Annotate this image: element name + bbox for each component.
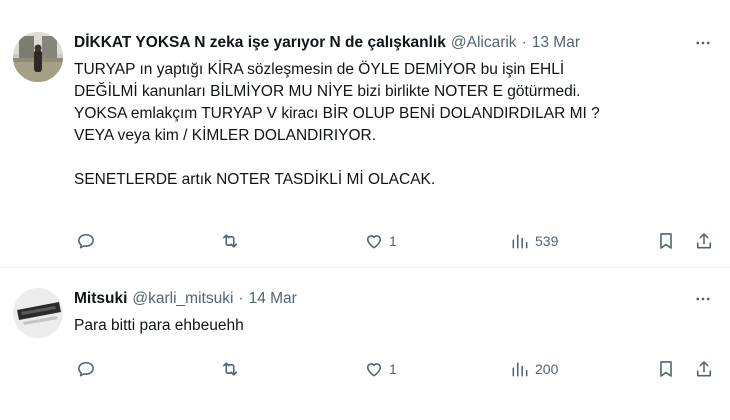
tweet-text-line: TURYAP ın yaptığı KİRA sözleşmesin de ÖY… (74, 61, 565, 78)
views-count: 539 (535, 233, 559, 249)
repost-icon (222, 362, 238, 376)
tweet-text-line: Para bitti para ehbeuehh (74, 317, 244, 334)
views-button[interactable]: 539 (510, 230, 558, 252)
reply-button[interactable] (76, 230, 101, 252)
author-handle[interactable]: @karli_mitsuki (132, 289, 233, 309)
tweet-content: Mitsuki @karli_mitsuki · 14 Mar Para bit… (74, 289, 718, 337)
repost-icon (222, 234, 238, 248)
like-icon (366, 235, 382, 249)
tweet-header: DİKKAT YOKSA N zeka işe yarıyor N de çal… (74, 33, 718, 53)
reply-button[interactable] (76, 358, 101, 380)
tweet-header: Mitsuki @karli_mitsuki · 14 Mar (74, 289, 718, 309)
reply-icon (78, 361, 94, 377)
share-button[interactable] (694, 358, 714, 380)
views-icon (512, 362, 528, 377)
tweet-date[interactable]: 14 Mar (249, 289, 297, 309)
repost-button[interactable] (220, 358, 245, 380)
tweet[interactable]: DİKKAT YOKSA N zeka işe yarıyor N de çal… (0, 0, 730, 266)
tweet-content: DİKKAT YOKSA N zeka işe yarıyor N de çal… (74, 33, 718, 191)
bookmark-icon (660, 233, 672, 249)
tweet-text-line: SENETLERDE artık NOTER TASDİKLİ Mİ OLACA… (74, 171, 436, 188)
tweet-actions: 1 539 (74, 230, 718, 252)
bookmark-button[interactable] (656, 230, 676, 252)
avatar[interactable] (13, 32, 63, 82)
like-count: 1 (389, 233, 397, 249)
more-icon[interactable] (692, 289, 714, 309)
author-handle[interactable]: @Alicarik (451, 33, 517, 53)
separator-dot: · (521, 34, 527, 51)
author-name[interactable]: DİKKAT YOKSA N zeka işe yarıyor N de çal… (74, 33, 446, 53)
share-icon (696, 233, 712, 249)
author-name[interactable]: Mitsuki (74, 289, 127, 309)
more-icon[interactable] (692, 33, 714, 53)
tweet-actions: 1 200 (74, 358, 718, 380)
share-icon (696, 361, 712, 377)
tweet-text: Para bitti para ehbeuehh (74, 315, 718, 337)
tweet-text-line: YOKSA emlakçım TURYAP V kiracı BİR OLUP … (74, 105, 600, 122)
share-button[interactable] (694, 230, 714, 252)
views-count: 200 (535, 361, 559, 377)
tweet-date[interactable]: 13 Mar (532, 33, 580, 53)
tweet-text-line (74, 147, 718, 169)
reply-icon (78, 233, 94, 249)
bookmark-button[interactable] (656, 358, 676, 380)
like-count: 1 (389, 361, 397, 377)
bookmark-icon (660, 361, 672, 377)
avatar[interactable] (13, 288, 63, 338)
tweet-text-line: DEĞİLMİ kanunları BİLMİYOR MU NİYE bizi … (74, 83, 581, 100)
tweet-text-line: VEYA veya kim / KİMLER DOLANDIRIYOR. (74, 127, 377, 144)
like-button[interactable]: 1 (364, 358, 397, 380)
separator-dot: · (238, 290, 244, 307)
tweet[interactable]: Mitsuki @karli_mitsuki · 14 Mar Para bit… (0, 268, 730, 420)
repost-button[interactable] (220, 230, 245, 252)
views-button[interactable]: 200 (510, 358, 558, 380)
views-icon (512, 234, 528, 249)
tweet-text: TURYAP ın yaptığı KİRA sözleşmesin de ÖY… (74, 59, 718, 191)
like-icon (366, 363, 382, 377)
like-button[interactable]: 1 (364, 230, 397, 252)
timeline: DİKKAT YOKSA N zeka işe yarıyor N de çal… (0, 0, 730, 420)
